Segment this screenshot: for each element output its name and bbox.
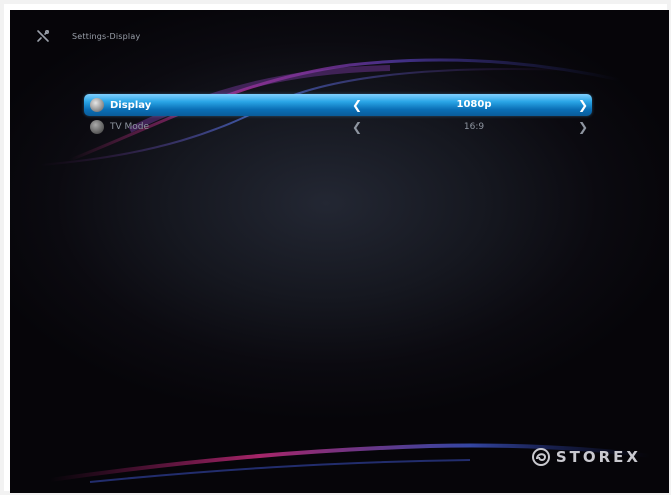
screen-frame: Settings-Display Display ❮ 1080p ❯ TV Mo… bbox=[0, 0, 671, 495]
tv-mode-icon bbox=[90, 120, 104, 134]
brand-name: STOREX bbox=[555, 448, 641, 466]
brand-logo: STOREX bbox=[531, 447, 641, 467]
menu-item-tv-mode[interactable]: TV Mode ❮ 16:9 ❯ bbox=[84, 116, 592, 138]
menu-item-label: Display bbox=[110, 99, 152, 111]
chevron-left-icon[interactable]: ❮ bbox=[352, 94, 362, 116]
settings-menu: Display ❮ 1080p ❯ TV Mode ❮ 16:9 ❯ bbox=[84, 94, 592, 138]
menu-item-display[interactable]: Display ❮ 1080p ❯ bbox=[84, 94, 592, 116]
chevron-left-icon[interactable]: ❮ bbox=[352, 116, 362, 138]
chevron-right-icon[interactable]: ❯ bbox=[578, 94, 588, 116]
chevron-right-icon[interactable]: ❯ bbox=[578, 116, 588, 138]
display-settings-icon bbox=[90, 98, 104, 112]
storex-logo-icon bbox=[531, 448, 550, 466]
menu-item-value: 1080p bbox=[456, 99, 492, 110]
header-bar: Settings-Display bbox=[36, 27, 140, 45]
menu-item-label: TV Mode bbox=[110, 122, 150, 132]
menu-item-value: 16:9 bbox=[463, 122, 485, 132]
background-swoosh bbox=[39, 58, 651, 483]
tv-screen: Settings-Display Display ❮ 1080p ❯ TV Mo… bbox=[10, 10, 669, 493]
breadcrumb: Settings-Display bbox=[72, 31, 141, 41]
tools-icon bbox=[37, 30, 49, 42]
